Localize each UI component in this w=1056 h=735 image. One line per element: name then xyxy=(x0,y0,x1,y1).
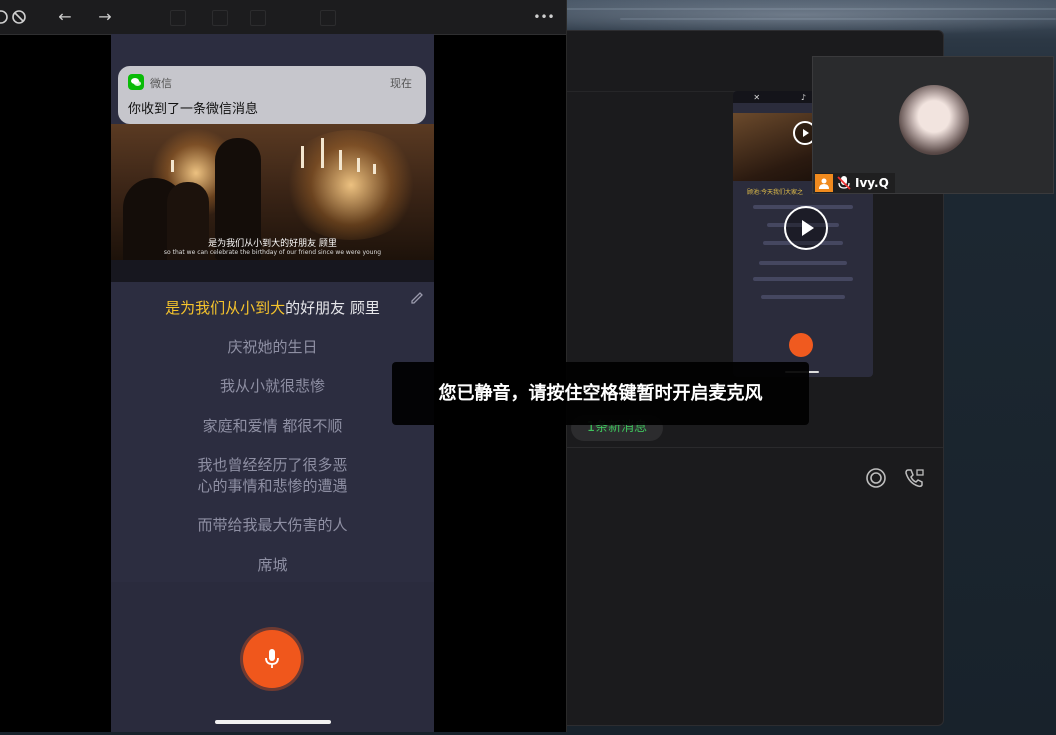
sea-wave xyxy=(620,18,1056,20)
avatar xyxy=(899,85,969,155)
candle xyxy=(357,158,360,172)
lyric-highlight: 是为我们从小到大 xyxy=(165,299,286,317)
candle xyxy=(373,164,376,174)
screen-record-icon[interactable] xyxy=(865,467,887,489)
video-subtitle-en: so that we can celebrate the birthday of… xyxy=(163,249,382,256)
toolbar-placeholder-icon xyxy=(212,10,228,26)
participant-name: Ivy.Q xyxy=(855,176,889,190)
candle xyxy=(171,160,174,172)
mirror-toolbar: ← → ••• xyxy=(0,0,566,35)
lyric-current-rest: 的好朋友 顾里 xyxy=(285,299,380,317)
notification-body: 你收到了一条微信消息 xyxy=(128,102,259,117)
mini-lyric-line xyxy=(759,261,847,265)
block-icon[interactable] xyxy=(10,8,28,26)
participant-label: Ivy.Q xyxy=(815,173,895,193)
lyric-line: 席城 xyxy=(257,556,288,574)
lyric-line: 心的事情和悲惨的遭遇 xyxy=(197,477,348,495)
candle xyxy=(321,138,324,168)
lyric-line: 我从小就很悲惨 xyxy=(219,377,325,395)
mini-lyric-line xyxy=(761,295,845,299)
divider-band xyxy=(111,260,434,282)
play-button[interactable] xyxy=(784,206,828,250)
candle xyxy=(339,150,342,170)
call-icon[interactable] xyxy=(903,467,925,489)
phone-screen: 是为我们从小到大的好朋友 顾里 so that we can celebrate… xyxy=(111,34,434,732)
mic-muted-icon xyxy=(837,176,851,190)
toolbar-placeholder-icon xyxy=(320,10,336,26)
wechat-notification[interactable]: 微信 现在 你收到了一条微信消息 xyxy=(118,66,426,124)
wechat-icon xyxy=(128,74,144,90)
more-options-icon[interactable]: ••• xyxy=(532,8,556,26)
lyrics-panel: 是为我们从小到大的好朋友 顾里 庆祝她的生日 我从小就很悲惨 家庭和爱情 都很不… xyxy=(111,282,434,582)
mini-mic-icon xyxy=(789,333,813,357)
input-divider xyxy=(541,447,943,448)
video-frame[interactable]: 是为我们从小到大的好朋友 顾里 so that we can celebrate… xyxy=(111,124,434,260)
close-icon: ✕ xyxy=(753,92,761,102)
mic-button[interactable] xyxy=(243,630,301,688)
lyric-line: 我也曾经经历了很多恶 xyxy=(197,456,348,474)
participant-tile[interactable]: Ivy.Q xyxy=(812,56,1054,194)
notification-time: 现在 xyxy=(390,77,412,90)
window-control-icon[interactable] xyxy=(0,8,10,26)
lyric-line: 而带给我最大伤害的人 xyxy=(197,516,348,534)
lyric-line: 家庭和爱情 都很不顺 xyxy=(202,417,343,435)
candle xyxy=(301,146,304,168)
mute-toast: 您已静音，请按住空格键暂时开启麦克风 xyxy=(392,362,809,425)
forward-arrow-icon[interactable]: → xyxy=(96,8,114,26)
notification-app-name: 微信 xyxy=(150,77,172,90)
microphone-icon xyxy=(265,649,279,668)
mini-lyric-line xyxy=(753,277,853,281)
back-arrow-icon[interactable]: ← xyxy=(56,8,74,26)
toolbar-placeholder-icon xyxy=(170,10,186,26)
toolbar-placeholder-icon xyxy=(250,10,266,26)
music-icon: ♪ xyxy=(800,92,806,102)
video-subtitle-cn: 是为我们从小到大的好朋友 顾里 xyxy=(208,239,337,249)
lyric-current: 是为我们从小到大的好朋友 顾里 xyxy=(111,298,434,319)
user-icon xyxy=(815,174,833,192)
lyric-line: 庆祝她的生日 xyxy=(227,338,318,356)
sea-wave xyxy=(566,8,1056,10)
home-indicator[interactable] xyxy=(215,720,331,724)
